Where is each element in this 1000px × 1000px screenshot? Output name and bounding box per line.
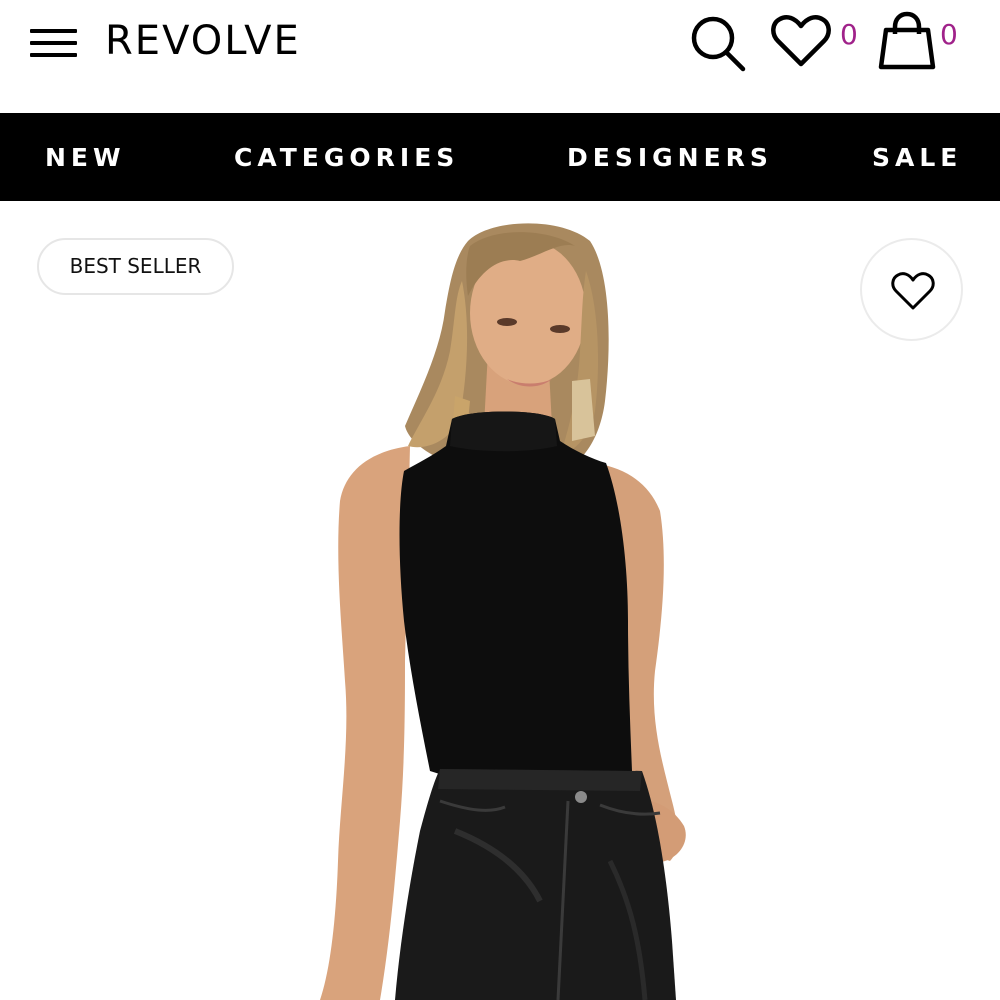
nav-categories[interactable]: CATEGORIES (234, 143, 459, 173)
bag-count: 0 (940, 18, 958, 51)
top-header: REVOLVE 0 0 (0, 0, 1000, 113)
heart-outline-icon (891, 272, 935, 310)
main-nav: NEW CATEGORIES DESIGNERS SALE (0, 113, 1000, 201)
nav-sale[interactable]: SALE (872, 143, 962, 173)
best-seller-badge: BEST SELLER (37, 238, 234, 295)
wishlist-count: 0 (840, 18, 858, 51)
favorite-button[interactable] (860, 238, 963, 341)
product-model-image[interactable] (0, 201, 1000, 1000)
shopping-bag-icon[interactable] (876, 10, 938, 72)
search-icon[interactable] (688, 14, 748, 74)
nav-designers[interactable]: DESIGNERS (567, 143, 773, 173)
menu-icon[interactable] (30, 29, 78, 59)
wishlist-heart-icon[interactable] (770, 14, 832, 70)
revolve-logo[interactable]: REVOLVE (105, 18, 301, 64)
product-image-area: BEST SELLER (0, 201, 1000, 1000)
nav-new[interactable]: NEW (45, 143, 126, 173)
